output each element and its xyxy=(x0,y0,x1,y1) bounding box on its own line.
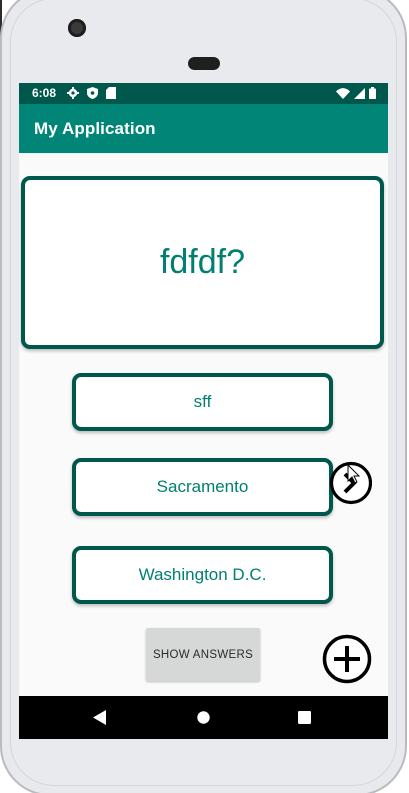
system-nav-bar xyxy=(19,696,388,739)
add-card-button[interactable] xyxy=(322,634,372,684)
shield-icon xyxy=(87,87,98,99)
next-card-button[interactable] xyxy=(328,460,373,506)
app-title: My Application xyxy=(34,119,156,138)
answer-option-3[interactable]: Washington D.C. xyxy=(72,546,333,604)
chevron-right-circle-icon xyxy=(329,461,373,505)
camera-icon xyxy=(68,19,86,37)
home-icon[interactable] xyxy=(197,711,210,724)
status-system-icons xyxy=(336,87,376,99)
signal-icon xyxy=(354,87,365,99)
answer-option-2[interactable]: Sacramento xyxy=(72,458,333,516)
back-icon[interactable] xyxy=(93,710,107,725)
status-time: 6:08 xyxy=(32,86,57,100)
emulator-stage: 6:08 My Application fdfdf? sff Sacrament… xyxy=(0,0,409,793)
recents-icon[interactable] xyxy=(298,711,311,724)
question-text: fdfdf? xyxy=(159,243,246,281)
question-card[interactable]: fdfdf? xyxy=(21,176,384,349)
show-answers-button[interactable]: SHOW ANSWERS xyxy=(146,628,260,681)
device-screen: 6:08 My Application fdfdf? sff Sacrament… xyxy=(19,83,388,739)
sd-card-icon xyxy=(106,87,116,99)
app-bar: My Application xyxy=(19,104,388,153)
battery-icon xyxy=(369,87,376,99)
status-bar: 6:08 xyxy=(19,83,388,104)
wifi-icon xyxy=(336,87,350,99)
add-circle-icon xyxy=(322,634,372,684)
status-notification-icons xyxy=(67,87,116,99)
speaker-icon xyxy=(188,57,220,70)
gear-icon xyxy=(67,87,79,99)
answer-option-1[interactable]: sff xyxy=(72,373,333,431)
